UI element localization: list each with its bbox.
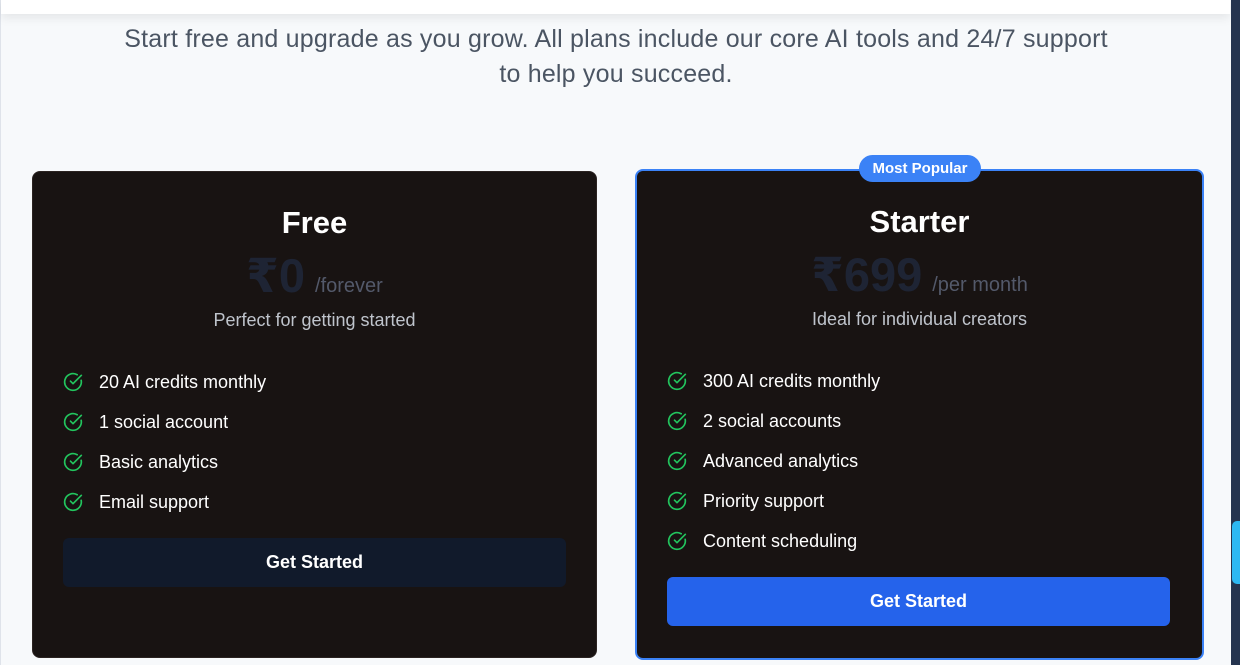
pricing-subtitle: Start free and upgrade as you grow. All … [124, 25, 1108, 88]
check-circle-icon [63, 412, 83, 432]
check-circle-icon [63, 372, 83, 392]
feature-text: Advanced analytics [703, 450, 859, 471]
plan-name: Starter [869, 204, 970, 239]
feature-text: 20 AI credits monthly [99, 371, 267, 392]
check-circle-icon [667, 411, 687, 431]
feature-item: Priority support [667, 481, 880, 521]
plan-period: /forever [315, 275, 383, 297]
plan-name: Free [281, 205, 348, 240]
feature-item: Content scheduling [667, 521, 880, 561]
feature-item: 1 social account [63, 402, 266, 442]
check-circle-icon [63, 492, 83, 512]
plan-description: Ideal for individual creators [811, 309, 1028, 329]
scrollbar-thumb[interactable] [1232, 521, 1240, 584]
check-circle-icon [667, 491, 687, 511]
feature-text: 1 social account [99, 411, 229, 432]
feature-text: Email support [99, 491, 210, 512]
check-circle-icon [667, 371, 687, 391]
check-circle-icon [667, 531, 687, 551]
pricing-page: Start free and upgrade as you grow. All … [0, 0, 1231, 665]
feature-item: 20 AI credits monthly [63, 362, 266, 402]
feature-item: 300 AI credits monthly [667, 361, 880, 401]
feature-item: 2 social accounts [667, 401, 880, 441]
feature-text: 2 social accounts [703, 410, 842, 431]
feature-item: Basic analytics [63, 442, 266, 482]
plan-price: ₹0 [246, 249, 306, 302]
plan-period: /per month [932, 274, 1028, 296]
feature-text: Basic analytics [99, 451, 219, 472]
plan-description: Perfect for getting started [213, 310, 416, 330]
plan-card-starter: Starter ₹699 /per month Ideal for indivi… [635, 169, 1204, 660]
top-header-bar [1, 0, 1230, 14]
feature-text: 300 AI credits monthly [703, 370, 881, 391]
starter-get-started-button[interactable]: Get Started [667, 577, 1170, 626]
feature-text: Content scheduling [703, 530, 858, 551]
check-circle-icon [667, 451, 687, 471]
free-get-started-button[interactable]: Get Started [63, 538, 566, 587]
feature-item: Advanced analytics [667, 441, 880, 481]
feature-text: Priority support [703, 490, 825, 511]
most-popular-badge: Most Popular [859, 155, 981, 182]
feature-list: 300 AI credits monthly 2 social accounts… [667, 361, 880, 561]
plan-price: ₹699 [811, 248, 923, 301]
check-circle-icon [63, 452, 83, 472]
plan-card-free: Free ₹0 /forever Perfect for getting sta… [32, 171, 597, 658]
price-row: ₹0 /forever [33, 251, 596, 301]
feature-item: Email support [63, 482, 266, 522]
feature-list: 20 AI credits monthly 1 social account B… [63, 362, 266, 522]
price-row: ₹699 /per month [637, 250, 1202, 300]
